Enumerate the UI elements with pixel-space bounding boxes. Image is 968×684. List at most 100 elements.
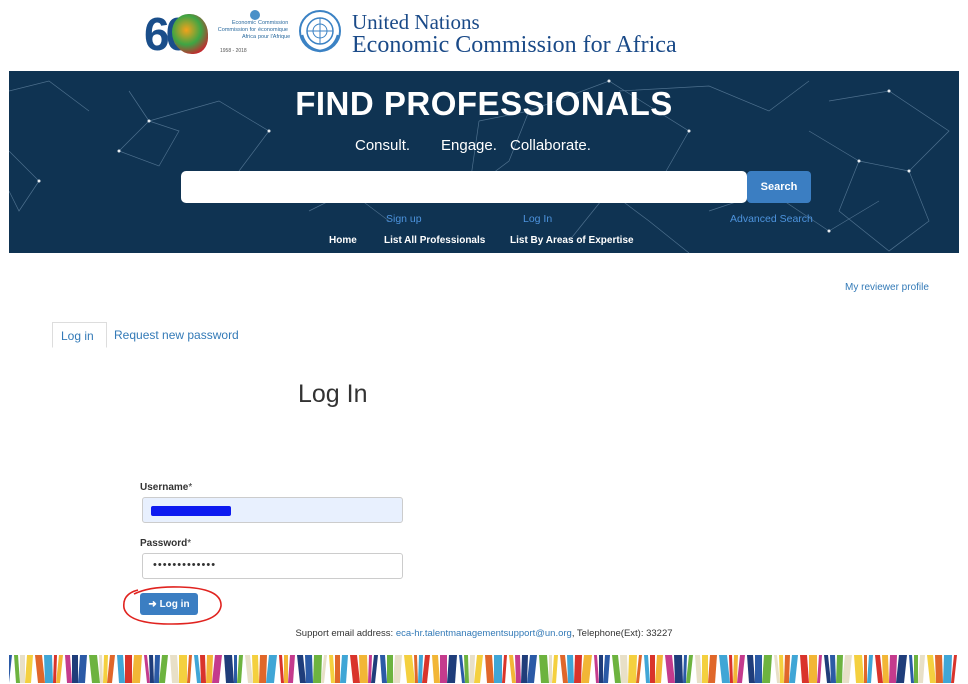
stripe-segment [414, 655, 418, 683]
required-marker: * [188, 482, 193, 493]
stripe-segment [628, 655, 637, 683]
stripe-segment [708, 655, 717, 683]
stripe-segment [237, 655, 243, 683]
support-info: Support email address: eca-hr.talentmana… [0, 628, 968, 639]
stripe-segment [313, 655, 322, 683]
stripe-segment [179, 655, 187, 683]
stripe-segment [329, 655, 335, 683]
stripe-segment [909, 655, 914, 683]
stripe-segment [515, 655, 521, 683]
stripe-segment [896, 655, 907, 683]
stripe-segment [809, 655, 817, 683]
anniversary-years: 1958 - 2018 [220, 48, 247, 54]
stripe-segment [719, 655, 730, 683]
login-link[interactable]: Log In [523, 213, 552, 225]
signup-link[interactable]: Sign up [386, 213, 422, 225]
stripe-segment [194, 655, 201, 683]
stripe-segment [187, 655, 192, 683]
stripe-segment [842, 655, 852, 683]
password-mask: ••••••••••••• [153, 559, 217, 571]
stripe-segment [245, 655, 253, 683]
advanced-search-link[interactable]: Advanced Search [730, 213, 813, 225]
stripe-segment [20, 655, 25, 683]
nav-list-all-professionals[interactable]: List All Professionals [384, 235, 485, 246]
support-email-link[interactable]: eca-hr.talentmanagementsupport@un.org [396, 628, 572, 639]
login-button[interactable]: ➜ Log in [140, 593, 198, 615]
my-reviewer-profile-link[interactable]: My reviewer profile [845, 282, 929, 293]
stripe-segment [305, 655, 313, 683]
username-label: Username* [140, 482, 192, 493]
stripe-segment [836, 655, 843, 683]
stripe-segment [574, 655, 582, 683]
search-input[interactable] [181, 171, 747, 203]
stripe-segment [117, 655, 125, 683]
stripe-segment [359, 655, 368, 683]
stripe-segment [800, 655, 809, 683]
stripe-segment [279, 655, 284, 683]
search-button[interactable]: Search [747, 171, 811, 203]
stripe-segment [350, 655, 360, 683]
un-title-line2: Economic Commission for Africa [352, 32, 677, 58]
tab-log-in[interactable]: Log in [52, 322, 107, 348]
banner-title: FIND PROFESSIONALS [295, 85, 673, 122]
nav-list-by-expertise[interactable]: List By Areas of Expertise [510, 235, 634, 246]
stripe-segment [206, 655, 213, 683]
support-prefix: Support email address: [295, 628, 394, 639]
tagline-collaborate: Collaborate. [510, 137, 591, 154]
tab-request-new-password[interactable]: Request new password [106, 322, 247, 348]
stripe-segment [259, 655, 267, 683]
stripe-segment [824, 655, 831, 683]
stripe-segment [655, 655, 663, 683]
tagline-consult: Consult. [355, 137, 411, 154]
stripe-segment [729, 655, 733, 683]
anniversary-text-fr: Commission économique pour l'Afrique [258, 20, 291, 40]
stripe-segment [830, 655, 836, 683]
anniversary-logo[interactable]: 60 Economic Commission for Africa Commis… [144, 8, 290, 60]
stripe-segment [393, 655, 402, 683]
stripe-segment [297, 655, 306, 683]
stripe-segment [509, 655, 516, 683]
stripe-segment [854, 655, 864, 683]
stripe-segment [737, 655, 745, 683]
stripe-segment [594, 655, 599, 683]
stripe-segment [371, 655, 378, 683]
stripe-segment [927, 655, 936, 683]
site-header: 60 Economic Commission for Africa Commis… [0, 0, 968, 70]
decorative-footer-stripe [9, 655, 957, 683]
stripe-segment [44, 655, 53, 683]
stripe-segment [560, 655, 568, 683]
stripe-segment [125, 655, 132, 683]
stripe-segment [368, 655, 372, 683]
username-field[interactable] [142, 497, 403, 523]
stripe-segment [665, 655, 675, 683]
stripe-segment [224, 655, 234, 683]
password-field[interactable]: ••••••••••••• [142, 553, 403, 579]
stripe-segment [107, 655, 115, 683]
stripe-segment [35, 655, 45, 683]
stripe-segment [943, 655, 952, 683]
stripe-segment [335, 655, 340, 683]
stripe-segment [432, 655, 440, 683]
stripe-segment [695, 655, 702, 683]
stripe-segment [494, 655, 502, 683]
stripe-segment [159, 655, 168, 683]
stripe-segment [549, 655, 552, 683]
stripe-segment [644, 655, 650, 683]
stripe-segment [485, 655, 494, 683]
stripe-segment [380, 655, 387, 683]
stripe-segment [284, 655, 288, 683]
stripe-segment [321, 655, 327, 683]
africa-map-icon [172, 14, 208, 54]
tagline-engage: Engage. [441, 137, 497, 154]
stripe-segment [72, 655, 78, 683]
anniversary-text-en: Economic Commission for Africa [217, 20, 256, 40]
stripe-segment [25, 655, 33, 683]
stripe-segment [951, 655, 957, 683]
stripe-segment [14, 655, 20, 683]
un-eca-title[interactable]: United Nations Economic Commission for A… [352, 12, 677, 59]
stripe-segment [733, 655, 738, 683]
stripe-segment [650, 655, 655, 683]
stripe-segment [288, 655, 295, 683]
nav-home[interactable]: Home [329, 235, 357, 246]
required-marker: * [187, 538, 192, 549]
